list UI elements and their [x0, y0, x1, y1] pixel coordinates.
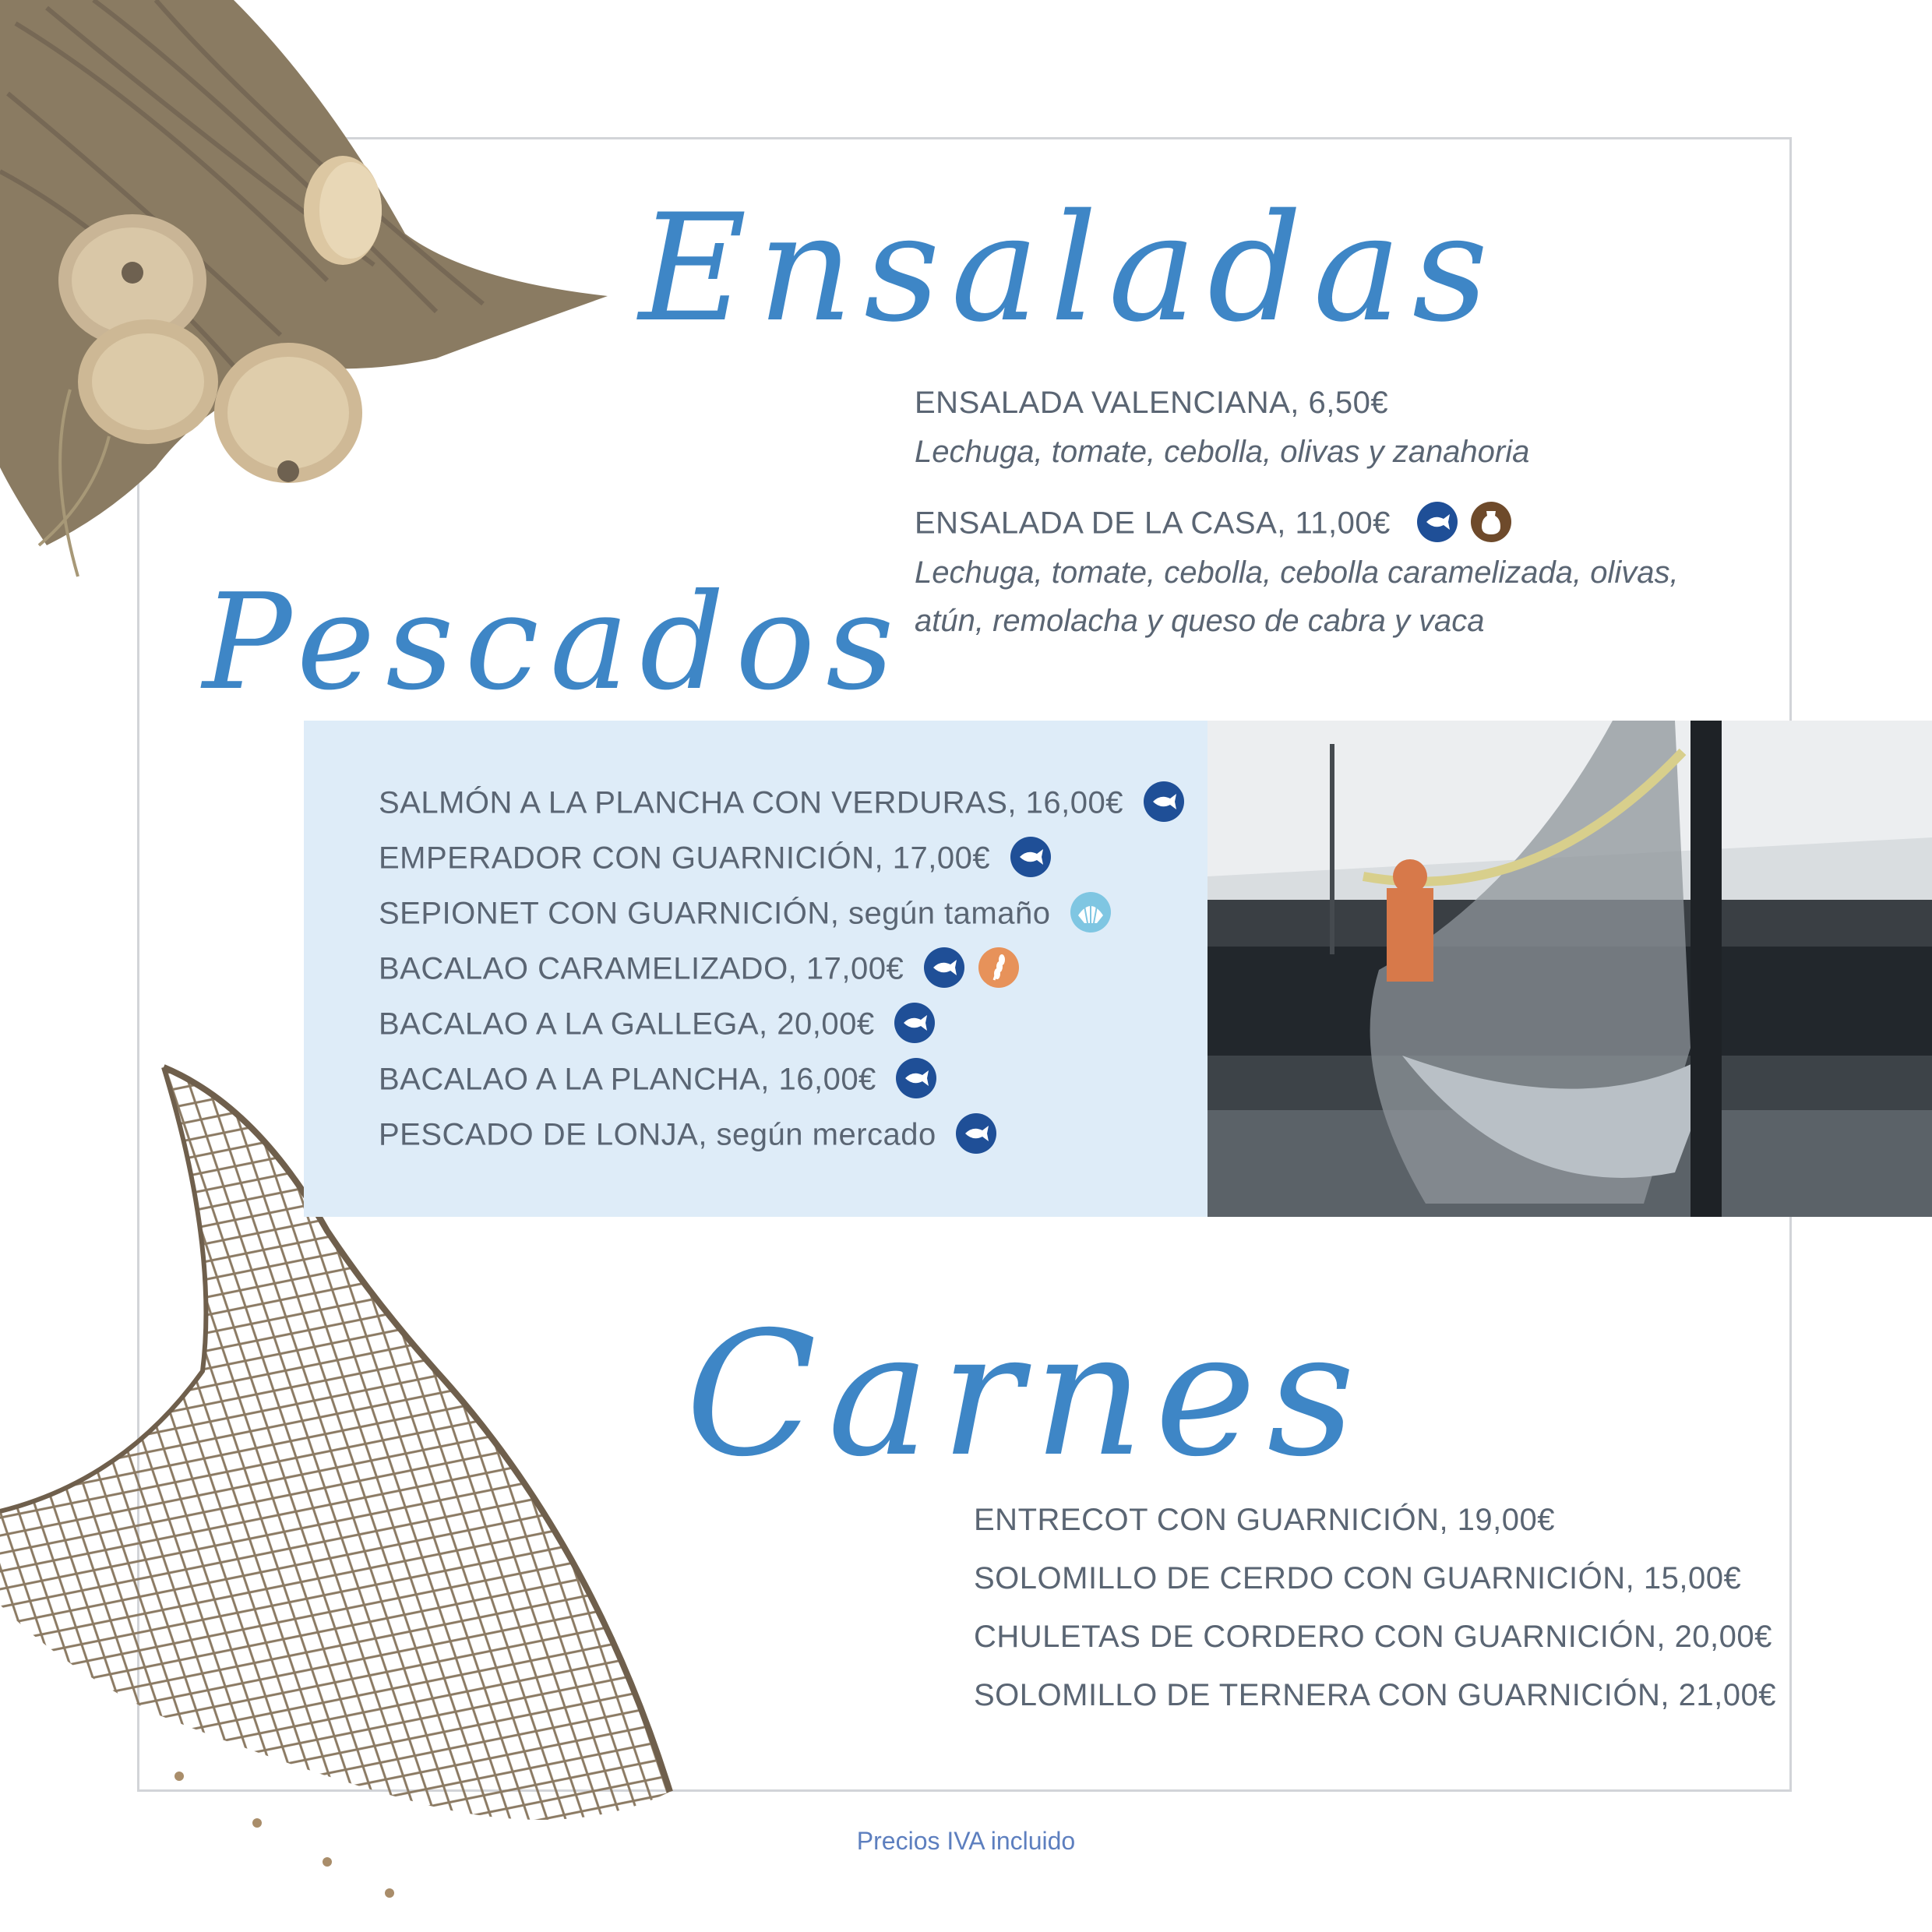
shell-icon	[1070, 892, 1112, 933]
fish-icon	[956, 1113, 997, 1154]
pescado-item-bacalao-plancha-name: BACALAO A LA PLANCHA, 16,00€	[379, 1062, 876, 1097]
fish-icon	[1416, 502, 1458, 542]
carne-item-chuletas-cordero: CHULETAS DE CORDERO CON GUARNICIÓN, 20,0…	[974, 1620, 1772, 1654]
ensalada-de-la-casa-desc-2: atún, remolacha y queso de cabra y vaca	[915, 604, 1485, 638]
ensalada-de-la-casa-desc-1: Lechuga, tomate, cebolla, cebolla carame…	[915, 555, 1679, 590]
pescado-item-lonja: PESCADO DE LONJA, según mercado	[379, 1113, 997, 1157]
carnes-title: Carnes	[686, 1295, 1366, 1494]
pescado-item-salmon: SALMÓN A LA PLANCHA CON VERDURAS, 16,00€	[379, 781, 1184, 825]
ensalada-de-la-casa-name: ENSALADA DE LA CASA, 11,00€	[915, 506, 1391, 541]
ensalada-de-la-casa: ENSALADA DE LA CASA, 11,00€	[915, 502, 1512, 545]
footer-note: Precios IVA incluido	[856, 1827, 1076, 1855]
ensaladas-title: Ensaladas	[639, 182, 1500, 354]
carne-item-solomillo-cerdo: SOLOMILLO DE CERDO CON GUARNICIÓN, 15,00…	[974, 1561, 1742, 1595]
ensalada-valenciana: ENSALADA VALENCIANA, 6,50€	[915, 386, 1389, 420]
fish-icon	[896, 1058, 937, 1098]
pescado-item-lonja-name: PESCADO DE LONJA, según mercado	[379, 1117, 936, 1152]
carne-item-solomillo-ternera: SOLOMILLO DE TERNERA CON GUARNICIÓN, 21,…	[974, 1678, 1776, 1712]
pescado-item-bacalao-gallega-name: BACALAO A LA GALLEGA, 20,00€	[379, 1007, 875, 1042]
pescado-item-emperador-name: EMPERADOR CON GUARNICIÓN, 17,00€	[379, 841, 991, 876]
fish-icon	[1143, 781, 1184, 822]
fish-icon	[1010, 837, 1051, 877]
gluten-icon	[978, 947, 1019, 988]
pescado-item-sepionet-name: SEPIONET CON GUARNICIÓN, según tamaño	[379, 896, 1051, 931]
pescado-item-sepionet: SEPIONET CON GUARNICIÓN, según tamaño	[379, 892, 1112, 936]
pescado-item-bacalao-caramelizado-name: BACALAO CARAMELIZADO, 17,00€	[379, 951, 904, 986]
ensalada-valenciana-desc: Lechuga, tomate, cebolla, olivas y zanah…	[915, 435, 1530, 469]
fishing-boat-photo	[1208, 721, 1932, 1217]
rope-floats-image	[0, 0, 608, 577]
pescado-item-salmon-name: SALMÓN A LA PLANCHA CON VERDURAS, 16,00€	[379, 785, 1123, 820]
pescados-title: Pescados	[203, 566, 905, 720]
pescado-item-bacalao-plancha: BACALAO A LA PLANCHA, 16,00€	[379, 1058, 937, 1102]
fish-icon	[894, 1003, 936, 1043]
pescado-item-bacalao-caramelizado: BACALAO CARAMELIZADO, 17,00€	[379, 947, 1019, 991]
fish-icon	[923, 947, 964, 988]
pescado-item-emperador: EMPERADOR CON GUARNICIÓN, 17,00€	[379, 837, 1051, 880]
milk-icon	[1471, 502, 1512, 542]
pescado-item-bacalao-gallega: BACALAO A LA GALLEGA, 20,00€	[379, 1003, 936, 1046]
carne-item-entrecot: ENTRECOT CON GUARNICIÓN, 19,00€	[974, 1503, 1556, 1537]
